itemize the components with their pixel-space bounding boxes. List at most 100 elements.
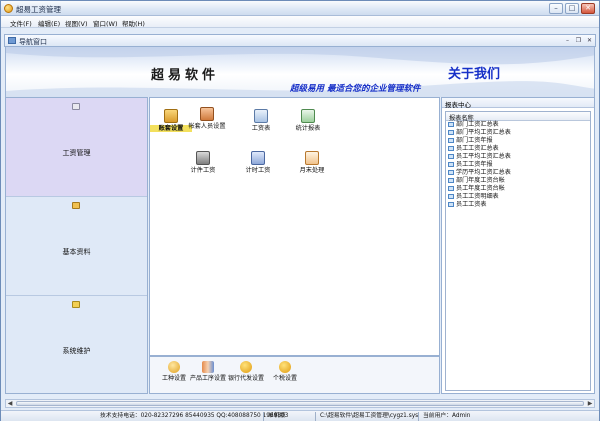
report-panel-title: 报表中心 — [442, 98, 594, 109]
report-name: 部门工资汇总表 — [456, 121, 499, 128]
tax-icon — [279, 361, 291, 373]
status-divider — [418, 412, 419, 421]
report-icon — [448, 121, 454, 127]
chart-icon — [301, 109, 315, 123]
report-list-item[interactable]: 员工工资年报 — [446, 161, 590, 169]
bottom-toolbar: 工种设置 产品工序设置 银行代发设置 个税设置 — [149, 356, 440, 394]
report-list-item[interactable]: 员工工资明细表 — [446, 193, 590, 201]
toolbar-item-label: 个税设置 — [272, 375, 297, 382]
scroll-left-icon[interactable]: ◀ — [6, 400, 14, 407]
report-icon — [448, 161, 454, 167]
sidebar-item-label: 系统维护 — [62, 347, 91, 355]
workspace-item-label: 计时工资 — [245, 167, 271, 174]
workspace-item-month-end[interactable]: 月末处理 — [291, 151, 333, 174]
calendar-icon — [305, 151, 319, 165]
report-list-item[interactable]: 部门工资汇总表 — [446, 121, 590, 129]
report-icon — [448, 193, 454, 199]
status-divider — [263, 412, 264, 421]
report-list-item[interactable]: 部门年度工资台帐 — [446, 177, 590, 185]
report-icon — [448, 137, 454, 143]
sheet-icon — [254, 109, 268, 123]
scroll-right-icon[interactable]: ▶ — [586, 400, 594, 407]
report-name: 部门工资年报 — [456, 137, 493, 144]
scroll-thumb[interactable] — [16, 401, 584, 406]
income-tax-settings-button[interactable]: 个税设置 — [263, 361, 307, 382]
report-list-item[interactable]: 员工工资汇总表 — [446, 145, 590, 153]
app-logo-icon — [4, 4, 13, 13]
about-us-link[interactable]: 关于我们 — [448, 63, 500, 82]
nav-close-button[interactable]: ✕ — [585, 37, 594, 45]
report-icon — [448, 145, 454, 151]
report-icon — [448, 129, 454, 135]
bank-payment-settings-button[interactable]: 银行代发设置 — [224, 361, 268, 382]
bag-icon — [196, 151, 210, 165]
maximize-button[interactable]: □ — [565, 3, 579, 14]
report-icon — [448, 177, 454, 183]
report-name: 部门年度工资台帐 — [456, 177, 505, 184]
report-name: 员工工资明细表 — [456, 193, 499, 200]
sidebar-item-salary[interactable]: 工资管理 — [6, 98, 147, 197]
report-name: 部门平均工资汇总表 — [456, 129, 511, 136]
toolbar-item-label: 银行代发设置 — [227, 375, 264, 382]
report-icon — [448, 153, 454, 159]
status-db-path: C:\超易软件\超易工资管理\cygz1.sys — [320, 413, 419, 419]
workspace-item-label: 帐套人员设置 — [188, 123, 226, 130]
folder-icon — [164, 109, 178, 123]
close-button[interactable]: ✕ — [581, 3, 595, 14]
status-divider — [315, 412, 316, 421]
nav-window-title: 导航窗口 — [19, 38, 47, 46]
report-list: 报表名称 部门工资汇总表 部门平均工资汇总表 部门工资年报 员工工资汇总表 员工… — [445, 111, 591, 391]
menu-window[interactable]: 窗口(W) — [93, 18, 118, 28]
window-title: 超易工资管理 — [16, 5, 61, 14]
report-list-item[interactable]: 部门平均工资汇总表 — [446, 129, 590, 137]
sidebar-item-system[interactable]: 系统维护 — [6, 296, 147, 395]
workspace-item-label: 月末处理 — [299, 167, 325, 174]
report-list-item[interactable]: 学历平均工资汇总表 — [446, 169, 590, 177]
sidebar-item-label: 基本资料 — [62, 248, 91, 256]
status-support-info: 技术支持电话：020-82327296 85440935 QQ:40808875… — [100, 413, 289, 419]
sidebar-item-label: 工资管理 — [62, 149, 91, 157]
workspace-item-statistics[interactable]: 统计报表 — [287, 109, 329, 132]
report-icon — [448, 169, 454, 175]
workspace-item-time-wage[interactable]: 计时工资 — [237, 151, 279, 174]
workspace-item-label: 工资表 — [251, 125, 271, 132]
menu-help[interactable]: 帮助(H) — [122, 18, 145, 28]
menu-file[interactable]: 文件(F) — [10, 18, 32, 28]
workspace-item-label: 统计报表 — [295, 125, 321, 132]
workspace-icons: 账套设置 帐套人员设置 工资表 统计报表 计件工资 计时工资 月末处理 — [149, 97, 440, 356]
menu-view[interactable]: 视图(V) — [65, 18, 88, 28]
status-bar: 技术支持电话：020-82327296 85440935 QQ:40808875… — [1, 410, 599, 421]
workspace-item-label: 计件工资 — [190, 167, 216, 174]
nav-window-icon — [8, 37, 16, 44]
title-bar: 超易工资管理 – □ ✕ — [1, 1, 599, 16]
report-icon — [448, 201, 454, 207]
report-list-item[interactable]: 员工工资表 — [446, 201, 590, 209]
workspace-item-salary-sheet[interactable]: 工资表 — [240, 109, 282, 132]
card-icon — [72, 202, 80, 209]
key-icon — [168, 361, 180, 373]
report-name: 员工平均工资汇总表 — [456, 153, 511, 160]
tools-icon — [72, 301, 80, 308]
product-name: 超易软件 — [151, 68, 220, 83]
report-list-item[interactable]: 员工平均工资汇总表 — [446, 153, 590, 161]
book-icon — [202, 361, 214, 373]
banner: 超易软件 关于我们 超级易用 最适合您的企业管理软件 — [5, 47, 595, 97]
report-list-item[interactable]: 部门工资年报 — [446, 137, 590, 145]
status-edition: 单机版 — [268, 413, 286, 419]
report-column-header[interactable]: 报表名称 — [446, 112, 590, 122]
workspace-item-staff-setup[interactable]: 帐套人员设置 — [186, 107, 228, 130]
nav-restore-button[interactable]: ❐ — [574, 37, 583, 45]
report-name: 员工年度工资台帐 — [456, 185, 505, 192]
report-name: 学历平均工资汇总表 — [456, 169, 511, 176]
clock-icon — [251, 151, 265, 165]
nav-minimize-button[interactable]: – — [563, 37, 572, 45]
horizontal-scrollbar[interactable]: ◀ ▶ — [5, 399, 595, 408]
report-name: 员工工资年报 — [456, 161, 493, 168]
menu-edit[interactable]: 编辑(E) — [38, 18, 60, 28]
workspace-item-piece-wage[interactable]: 计件工资 — [182, 151, 224, 174]
sidebar-item-basic-data[interactable]: 基本资料 — [6, 197, 147, 296]
report-icon — [448, 185, 454, 191]
report-list-item[interactable]: 员工年度工资台帐 — [446, 185, 590, 193]
minimize-button[interactable]: – — [549, 3, 563, 14]
menu-bar: 文件(F) 编辑(E) 视图(V) 窗口(W) 帮助(H) — [1, 16, 599, 28]
